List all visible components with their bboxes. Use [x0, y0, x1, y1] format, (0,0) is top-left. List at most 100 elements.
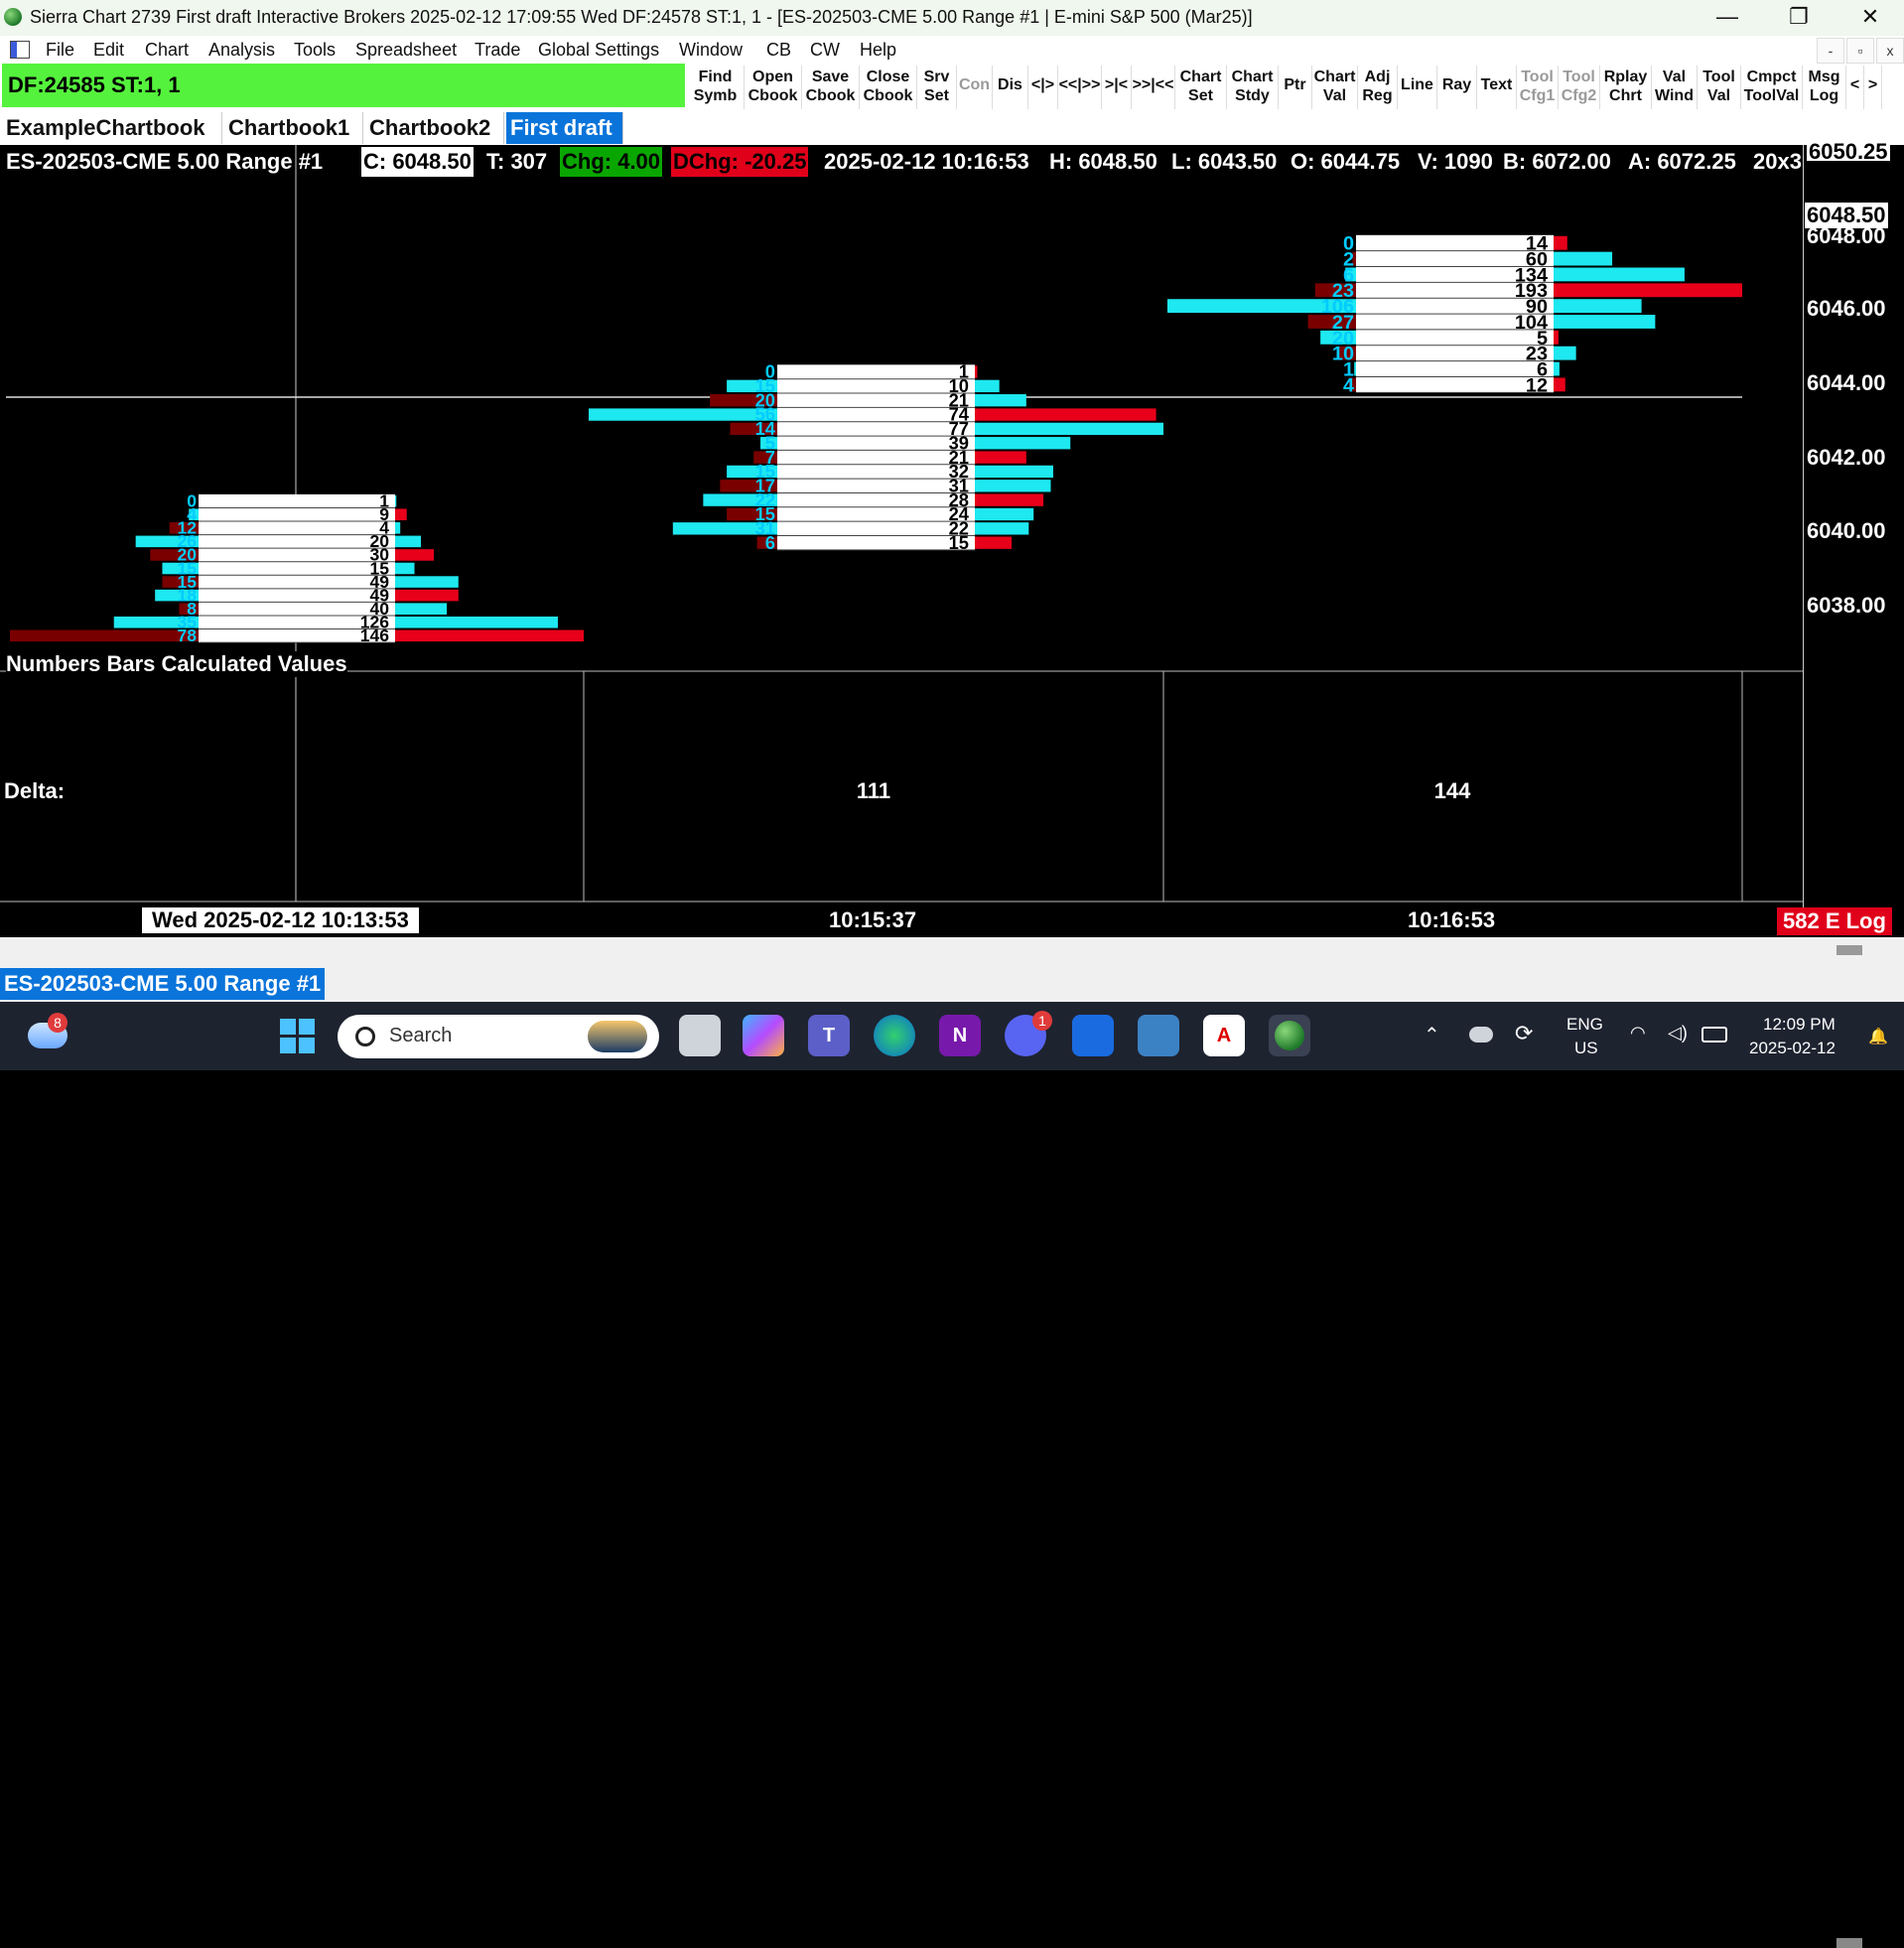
- toolbar-button-chart-set[interactable]: Chart Set: [1175, 66, 1227, 109]
- price-top-partial: 6050.25: [1807, 139, 1890, 161]
- tab-first-draft[interactable]: First draft: [506, 112, 623, 144]
- toolbar-button-ray[interactable]: Ray: [1437, 66, 1477, 109]
- wifi-icon[interactable]: ◠: [1630, 1023, 1646, 1044]
- board-app-icon[interactable]: [1072, 1015, 1114, 1056]
- ask-volume-bar: [1554, 299, 1642, 314]
- minimize-button[interactable]: —: [1700, 0, 1755, 34]
- restore-button[interactable]: ❐: [1771, 0, 1827, 34]
- toolbar-button-[interactable]: >: [1864, 66, 1882, 109]
- menu-edit[interactable]: Edit: [93, 40, 124, 61]
- notifications-icon[interactable]: 🔔: [1868, 1027, 1888, 1046]
- menu-global-settings[interactable]: Global Settings: [538, 40, 659, 61]
- toolbar-button-line[interactable]: Line: [1398, 66, 1437, 109]
- language-eng[interactable]: ENG: [1566, 1015, 1603, 1035]
- toolbar-button-close-cbook[interactable]: Close Cbook: [860, 66, 917, 109]
- toolbar-button-text[interactable]: Text: [1477, 66, 1517, 109]
- notepad-icon[interactable]: [1138, 1015, 1179, 1056]
- menu-chart[interactable]: Chart: [145, 40, 189, 61]
- scroll-thumb[interactable]: [1836, 1938, 1862, 1948]
- menu-analysis[interactable]: Analysis: [208, 40, 275, 61]
- header-high: H: 6048.50: [1049, 149, 1157, 174]
- toolbar-button-cmpct-toolval[interactable]: Cmpct ToolVal: [1741, 66, 1803, 109]
- system-menu-icon[interactable]: [10, 41, 30, 59]
- onenote-icon[interactable]: N: [939, 1015, 981, 1056]
- footprint-chart[interactable]: 1467812635408491849151515302020264129410…: [0, 145, 1904, 935]
- delta-value: 111: [856, 778, 891, 803]
- error-log-button[interactable]: 582 E Log: [1777, 907, 1892, 935]
- edge-icon[interactable]: [874, 1015, 915, 1056]
- toolbar-button-con[interactable]: Con: [957, 66, 993, 109]
- toolbar-button-chart-val[interactable]: Chart Val: [1312, 66, 1358, 109]
- toolbar-button-tool-cfg1[interactable]: Tool Cfg1: [1517, 66, 1559, 109]
- ask-volume-number: 1: [959, 361, 969, 382]
- task-view-icon[interactable]: [679, 1015, 721, 1056]
- price-label: 6044.00: [1807, 370, 1886, 395]
- toolbar-button-open-cbook[interactable]: Open Cbook: [745, 66, 802, 109]
- taskbar-search[interactable]: Search: [338, 1015, 659, 1058]
- mdi-restore-button[interactable]: ▫: [1846, 38, 1874, 64]
- toolbar-button-[interactable]: >>|<<: [1132, 66, 1175, 109]
- toolbar-button-rplay-chrt[interactable]: Rplay Chrt: [1600, 66, 1652, 109]
- tab-chartbook1[interactable]: Chartbook1: [224, 112, 363, 144]
- ask-volume-bar: [975, 522, 1029, 535]
- ask-volume-bar: [975, 451, 1026, 464]
- acrobat-icon[interactable]: A: [1203, 1015, 1245, 1056]
- toolbar-button-srv-set[interactable]: Srv Set: [917, 66, 957, 109]
- clock-date[interactable]: 2025-02-12: [1749, 1039, 1836, 1058]
- menu-cb[interactable]: CB: [766, 40, 791, 61]
- toolbar-button-tool-val[interactable]: Tool Val: [1698, 66, 1741, 109]
- tab-examplechartbook[interactable]: ExampleChartbook: [2, 112, 222, 144]
- toolbar-button-ptr[interactable]: Ptr: [1279, 66, 1312, 109]
- toolbar-button-save-cbook[interactable]: Save Cbook: [802, 66, 860, 109]
- chart-name-tab[interactable]: ES-202503-CME 5.00 Range #1: [0, 968, 326, 1000]
- menu-help[interactable]: Help: [860, 40, 896, 61]
- toolbar-button-chart-stdy[interactable]: Chart Stdy: [1227, 66, 1279, 109]
- header-close: C: 6048.50: [361, 147, 474, 177]
- ask-volume-bar: [975, 465, 1053, 479]
- toolbar-button-val-wind[interactable]: Val Wind: [1652, 66, 1698, 109]
- chart-hscroll[interactable]: [0, 937, 1904, 967]
- language-us[interactable]: US: [1574, 1039, 1598, 1058]
- battery-icon[interactable]: [1701, 1027, 1727, 1043]
- mdi-minimize-button[interactable]: -: [1817, 38, 1844, 64]
- toolbar-label: Stdy: [1235, 87, 1270, 104]
- menu-window[interactable]: Window: [679, 40, 743, 61]
- toolbar-label: Cfg2: [1561, 87, 1597, 104]
- toolbar-button-[interactable]: >|<: [1102, 66, 1132, 109]
- ask-volume-bar: [975, 422, 1163, 436]
- clock-time[interactable]: 12:09 PM: [1763, 1015, 1836, 1035]
- toolbar-button-[interactable]: <<|>>: [1058, 66, 1102, 109]
- toolbar-button-[interactable]: <: [1846, 66, 1864, 109]
- onedrive-icon[interactable]: [1469, 1027, 1493, 1043]
- menu-file[interactable]: File: [46, 40, 74, 61]
- sierra-chart-taskbar-icon[interactable]: [1269, 1015, 1310, 1056]
- toolbar-button-[interactable]: <|>: [1028, 66, 1058, 109]
- toolbar-label: Chart: [1179, 69, 1222, 85]
- close-button[interactable]: ✕: [1842, 0, 1898, 34]
- toolbar-button-adj-reg[interactable]: Adj Reg: [1358, 66, 1398, 109]
- ask-volume-bar: [975, 379, 1000, 393]
- tab-chartbook2[interactable]: Chartbook2: [365, 112, 504, 144]
- status-df-st: DF:24585 ST:1, 1: [2, 64, 685, 107]
- volume-icon[interactable]: ◁): [1668, 1023, 1688, 1044]
- chart-area[interactable]: 146 78 126 35 40 8 49 18 49 15 15 15 30 20 20 26 4 12 9 4 1 0…: [0, 145, 1904, 935]
- copilot-icon[interactable]: [743, 1015, 784, 1056]
- menu-cw[interactable]: CW: [810, 40, 840, 61]
- mdi-close-button[interactable]: x: [1876, 38, 1904, 64]
- ask-volume-bar: [975, 536, 1013, 549]
- windows-start-icon[interactable]: [280, 1019, 316, 1054]
- show-hidden-icons-chevron-icon[interactable]: ⌃: [1424, 1023, 1440, 1047]
- toolbar-button-tool-cfg2[interactable]: Tool Cfg2: [1559, 66, 1600, 109]
- menu-tools[interactable]: Tools: [294, 40, 336, 61]
- sync-icon[interactable]: ⟳: [1515, 1021, 1533, 1046]
- bid-volume-bar: [1354, 361, 1356, 376]
- menu-trade[interactable]: Trade: [475, 40, 520, 61]
- toolbar-button-find-symb[interactable]: Find Symb: [687, 66, 745, 109]
- toolbar-button-msg-log[interactable]: Msg Log: [1803, 66, 1846, 109]
- teams-icon[interactable]: T: [808, 1015, 850, 1056]
- ask-volume-bar: [395, 589, 459, 602]
- scroll-thumb[interactable]: [1836, 945, 1862, 955]
- menu-spreadsheet[interactable]: Spreadsheet: [355, 40, 457, 61]
- toolbar-button-dis[interactable]: Dis: [993, 66, 1028, 109]
- ask-volume-bar: [1554, 330, 1559, 345]
